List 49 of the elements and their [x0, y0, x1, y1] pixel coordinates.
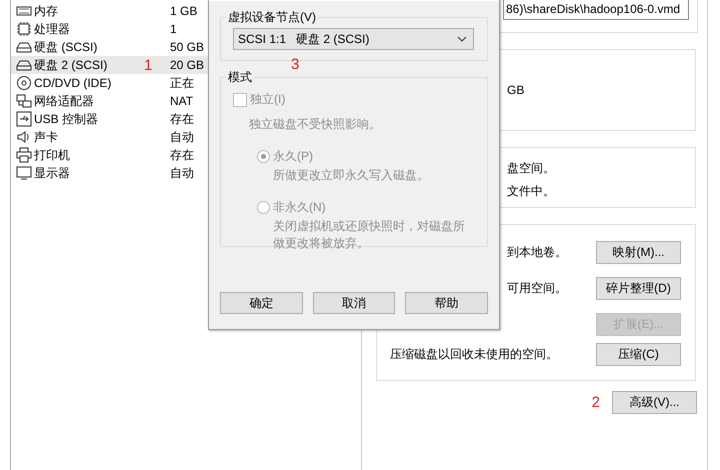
device-name: 打印机 [34, 146, 71, 164]
annotation-number: 1 [144, 56, 154, 74]
device-summary: 存在 [170, 146, 194, 164]
annotation-number: 3 [291, 56, 300, 73]
option-description: 所做更改立即永久写入磁盘。 [273, 167, 430, 184]
device-name: 处理器 [34, 20, 71, 38]
option-description: 关闭虚拟机或还原快照时，对磁盘所做更改将被放弃。 [273, 218, 466, 252]
chevron-down-icon [457, 36, 467, 42]
advanced-button[interactable]: 高级(V)... [612, 391, 697, 414]
utility-button[interactable]: 压缩(C) [596, 343, 681, 366]
device-summary: 50 GB [170, 40, 204, 54]
device-summary: 1 [170, 22, 177, 36]
info-text: 盘空间。 [507, 160, 556, 177]
cdrom-icon [16, 75, 32, 91]
utility-button[interactable]: 映射(M)... [596, 241, 681, 264]
usb-icon [16, 111, 32, 127]
annotation-number: 2 [592, 394, 600, 411]
utility-text: 到本地卷。 [507, 245, 567, 259]
device-name: 硬盘 2 (SCSI) [34, 56, 108, 74]
cpu-icon [16, 21, 32, 37]
device-summary: 自动 [170, 164, 194, 182]
capacity-text: GB [507, 83, 524, 97]
utility-text: 可用空间。 [507, 281, 567, 295]
device-node-dropdown[interactable]: SCSI 1:1 硬盘 2 (SCSI) [233, 28, 474, 50]
printer-icon [16, 147, 32, 163]
device-name: 显示器 [34, 164, 71, 182]
dialog-button[interactable]: 确定 [220, 292, 303, 314]
device-name: USB 控制器 [34, 110, 100, 128]
option-description: 独立磁盘不受快照影响。 [249, 116, 382, 133]
device-name: 硬盘 (SCSI) [34, 38, 98, 56]
disk-file-field[interactable]: 86)\shareDisk\hadoop106-0.vmd [503, 0, 689, 20]
dialog-button[interactable]: 取消 [312, 292, 396, 314]
dialog-button[interactable]: 帮助 [405, 292, 488, 314]
device-summary: 存在 [170, 110, 194, 128]
utility-text: 压缩磁盘以回收未使用的空间。 [390, 347, 558, 361]
display-icon [16, 165, 32, 181]
device-name: CD/DVD (IDE) [34, 76, 112, 90]
device-summary: 20 GB [170, 58, 204, 72]
device-name: 网络适配器 [34, 92, 95, 110]
device-name: 声卡 [34, 128, 59, 146]
network-icon [16, 93, 32, 109]
group-label: 虚拟设备节点(V) [226, 9, 318, 26]
utility-button[interactable]: 碎片整理(D) [596, 277, 681, 300]
device-summary: 1 GB [170, 4, 198, 18]
info-text: 文件中。 [507, 183, 556, 200]
device-name: 内存 [34, 2, 59, 20]
device-summary: 自动 [170, 128, 194, 146]
device-summary: 正在 [170, 74, 194, 92]
device-summary: NAT [170, 94, 194, 108]
